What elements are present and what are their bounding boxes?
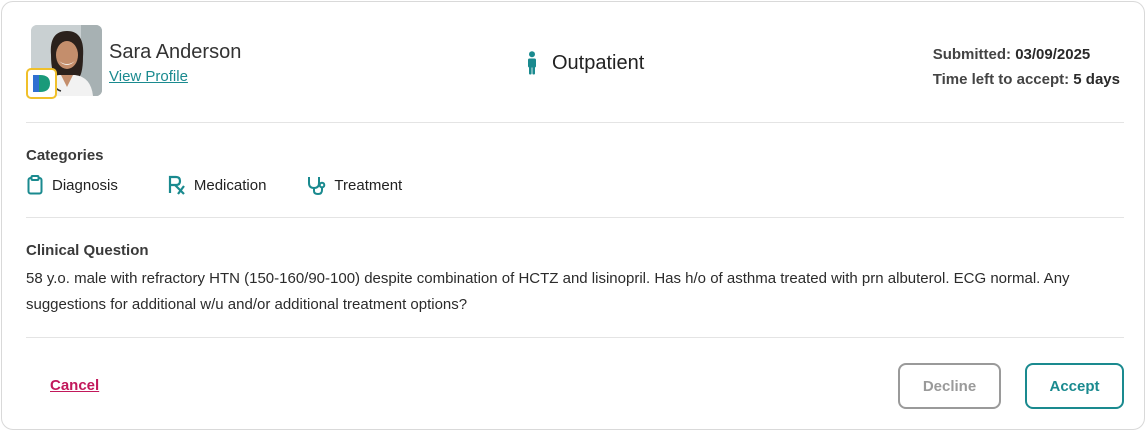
divider bbox=[26, 337, 1124, 338]
clinical-question-title: Clinical Question bbox=[26, 242, 149, 259]
time-left-label: Time left to accept: bbox=[932, 71, 1070, 88]
submitted-date: 03/09/2025 bbox=[1015, 46, 1091, 63]
decline-button[interactable]: Decline bbox=[898, 363, 1001, 409]
clipboard-icon bbox=[27, 175, 43, 195]
time-left-value: 5 days bbox=[1073, 71, 1120, 88]
submitted-line: Submitted: 03/09/2025 bbox=[933, 42, 1120, 67]
accept-button[interactable]: Accept bbox=[1025, 363, 1124, 409]
category-list: Diagnosis Medication Treatment bbox=[26, 175, 442, 195]
category-treatment: Treatment bbox=[306, 175, 402, 195]
view-profile-link[interactable]: View Profile bbox=[109, 68, 188, 85]
divider bbox=[26, 217, 1124, 218]
encounter-type: Outpatient bbox=[524, 51, 644, 75]
category-label: Treatment bbox=[334, 176, 403, 194]
encounter-label: Outpatient bbox=[552, 51, 645, 74]
rx-icon bbox=[168, 175, 185, 195]
categories-title: Categories bbox=[26, 147, 104, 164]
user-name: Sara Anderson bbox=[109, 41, 242, 63]
stethoscope-icon bbox=[308, 177, 326, 195]
divider bbox=[26, 122, 1124, 123]
submitted-label: Submitted: bbox=[932, 46, 1012, 63]
category-diagnosis: Diagnosis bbox=[26, 175, 118, 195]
avatar-group bbox=[26, 25, 102, 99]
clinical-question-text: 58 y.o. male with refractory HTN (150-16… bbox=[26, 270, 1070, 313]
category-label: Medication bbox=[193, 176, 267, 194]
time-left-line: Time left to accept: 5 days bbox=[933, 67, 1120, 92]
cancel-link[interactable]: Cancel bbox=[50, 377, 99, 394]
d-logo-icon bbox=[33, 75, 50, 92]
consult-request-card: Sara Anderson View Profile Outpatient Su… bbox=[1, 1, 1145, 430]
person-standing-icon bbox=[528, 51, 536, 75]
submission-meta: Submitted: 03/09/2025 Time left to accep… bbox=[933, 42, 1120, 92]
brand-badge bbox=[26, 68, 57, 99]
category-medication: Medication bbox=[168, 175, 267, 195]
category-label: Diagnosis bbox=[52, 176, 118, 194]
